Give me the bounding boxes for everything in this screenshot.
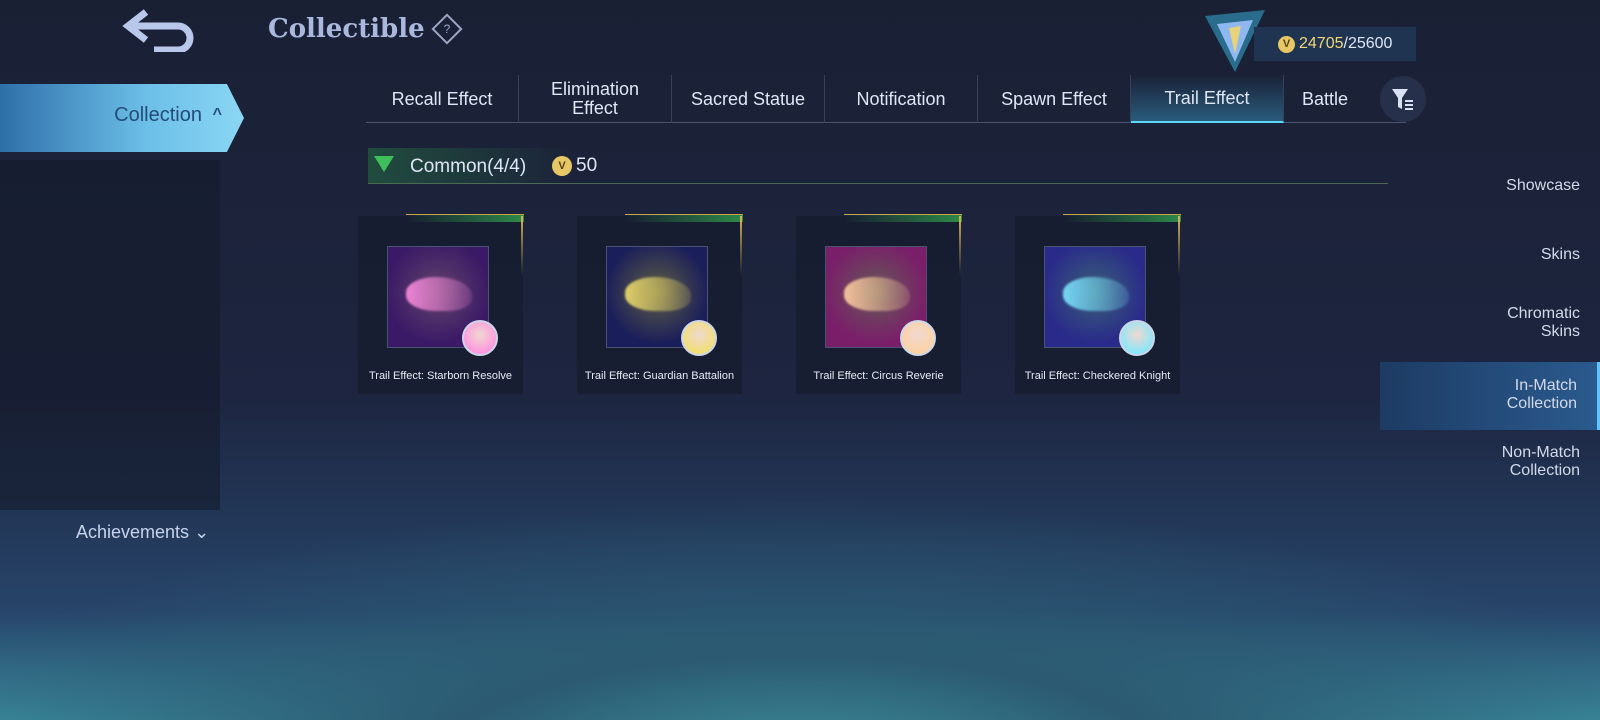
section-label: Common(4/4) (410, 156, 527, 177)
tab-sacred-statue[interactable]: Sacred Statue (672, 75, 825, 123)
sidebar-item-showcase[interactable]: Showcase (1380, 177, 1600, 195)
sidebar-item-non-match-collection[interactable]: Non-Match Collection (1380, 444, 1600, 480)
battle-point-coin-icon: V (552, 156, 572, 176)
card-trim (959, 216, 961, 276)
back-arrow-icon[interactable] (120, 8, 200, 52)
hero-avatar (900, 320, 936, 356)
help-icon[interactable]: ? (431, 13, 463, 45)
hero-avatar (1119, 320, 1155, 356)
sidebar-item-skins[interactable]: Skins (1380, 246, 1600, 264)
tab-elimination-effect[interactable]: Elimination Effect (519, 75, 672, 123)
item-name: Trail Effect: Guardian Battalion (584, 370, 735, 382)
card-trim (1178, 216, 1180, 276)
tab-spawn-effect[interactable]: Spawn Effect (978, 75, 1131, 123)
battle-point-coin-icon: V (1278, 35, 1295, 53)
item-name: Trail Effect: Circus Reverie (813, 370, 944, 382)
tab-recall-effect[interactable]: Recall Effect (366, 75, 519, 123)
sidebar (0, 160, 220, 510)
sidebar-collection[interactable]: Collection ^ (0, 84, 244, 152)
section-points: V 50 (552, 155, 597, 177)
filter-button[interactable] (1380, 76, 1426, 122)
item-card[interactable]: Trail Effect: Checkered Knight (1015, 214, 1181, 394)
page-title: Collectible (268, 14, 425, 44)
tab-notification[interactable]: Notification (825, 75, 978, 123)
tab-battle[interactable]: Battle (1284, 75, 1371, 123)
sidebar-item-chromatic-skins[interactable]: Chromatic Skins (1380, 305, 1600, 341)
battle-points-display: V 24705/25600 (1254, 27, 1416, 61)
chevron-down-icon: ⌄ (194, 522, 210, 542)
rarity-band (625, 214, 743, 222)
rarity-band (1063, 214, 1181, 222)
category-tabs: Recall Effect Elimination Effect Sacred … (366, 75, 1406, 123)
rarity-band (844, 214, 962, 222)
item-name: Trail Effect: Starborn Resolve (368, 370, 513, 382)
tab-trail-effect[interactable]: Trail Effect (1131, 75, 1284, 123)
rarity-section-header: Common(4/4) V 50 (368, 148, 1388, 184)
card-trim (521, 216, 523, 276)
filter-icon (1392, 89, 1413, 110)
rarity-band (406, 214, 524, 222)
item-name: Trail Effect: Checkered Knight (1024, 370, 1171, 382)
item-card[interactable]: Trail Effect: Starborn Resolve (358, 214, 524, 394)
hero-avatar (462, 320, 498, 356)
item-card[interactable]: Trail Effect: Guardian Battalion (577, 214, 743, 394)
sidebar-item-in-match-collection[interactable]: In-Match Collection (1380, 362, 1600, 430)
card-trim (740, 216, 742, 276)
chevron-up-icon: ^ (212, 106, 222, 123)
sidebar-achievements[interactable]: Achievements ⌄ (76, 522, 209, 543)
hero-avatar (681, 320, 717, 356)
common-rarity-icon (374, 156, 394, 172)
item-card[interactable]: Trail Effect: Circus Reverie (796, 214, 962, 394)
